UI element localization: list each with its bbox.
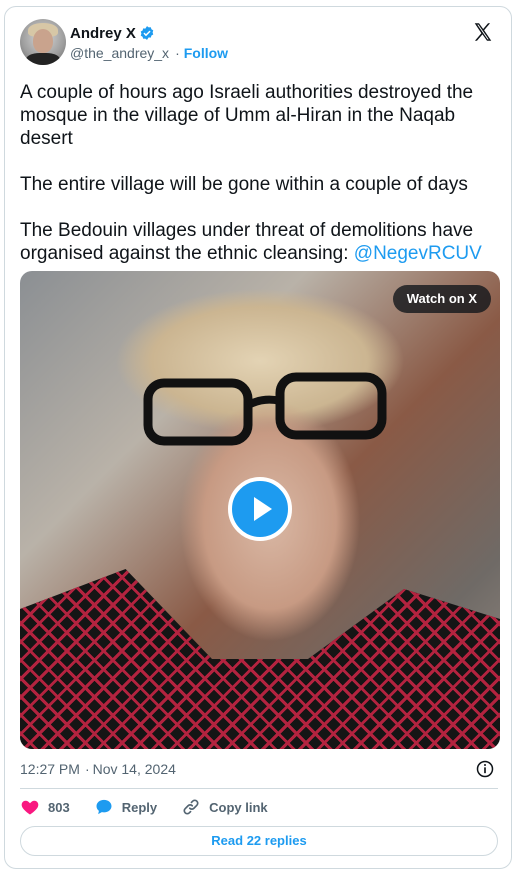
like-button[interactable]: 803 (20, 797, 70, 817)
action-bar: 803 Reply Copy link (20, 797, 292, 817)
author-handle-row: @the_andrey_x · Follow (70, 43, 228, 63)
handle-separator: · (175, 45, 180, 61)
play-button[interactable] (228, 477, 292, 541)
scarf-pattern (20, 569, 500, 749)
timestamp-separator: · (84, 761, 90, 777)
heart-icon (21, 800, 39, 815)
watch-on-x-button[interactable]: Watch on X (392, 285, 491, 313)
read-replies-button[interactable]: Read 22 replies (20, 826, 498, 856)
info-icon[interactable] (475, 759, 495, 779)
tweet-paragraph: The Bedouin villages under threat of dem… (20, 219, 498, 265)
author-handle[interactable]: @the_andrey_x (70, 45, 169, 61)
tweet-paragraph: A couple of hours ago Israeli authoritie… (20, 82, 474, 149)
mention-link[interactable]: @NegevRCUV (354, 243, 482, 264)
verified-badge-icon (140, 26, 154, 40)
video-thumbnail[interactable]: Watch on X (20, 271, 500, 749)
follow-button[interactable]: Follow (184, 45, 228, 61)
speech-bubble-icon (96, 799, 112, 815)
reply-label: Reply (121, 799, 158, 815)
play-icon (254, 497, 272, 521)
avatar-body (26, 53, 60, 65)
x-logo-icon[interactable] (472, 21, 494, 43)
copy-link-label: Copy link (209, 799, 268, 815)
tweet-card: Andrey X @the_andrey_x · Follow A couple… (4, 6, 512, 869)
reply-button[interactable]: Reply (94, 797, 157, 817)
timestamp[interactable]: 12:27 PM · Nov 14, 2024 (20, 759, 176, 779)
tweet-paragraph: The entire village will be gone within a… (20, 174, 468, 195)
tweet-date: Nov 14, 2024 (92, 761, 176, 777)
link-icon (183, 799, 199, 815)
author-name-row: Andrey X (70, 23, 155, 43)
divider (20, 788, 498, 789)
tweet-time: 12:27 PM (20, 761, 80, 777)
glasses-shape (143, 372, 387, 446)
avatar-face (33, 29, 53, 53)
avatar[interactable] (20, 19, 66, 65)
tweet-text: A couple of hours ago Israeli authoritie… (20, 81, 498, 288)
copy-link-button[interactable]: Copy link (181, 797, 268, 817)
author-display-name[interactable]: Andrey X (70, 25, 136, 42)
like-count: 803 (48, 799, 70, 815)
